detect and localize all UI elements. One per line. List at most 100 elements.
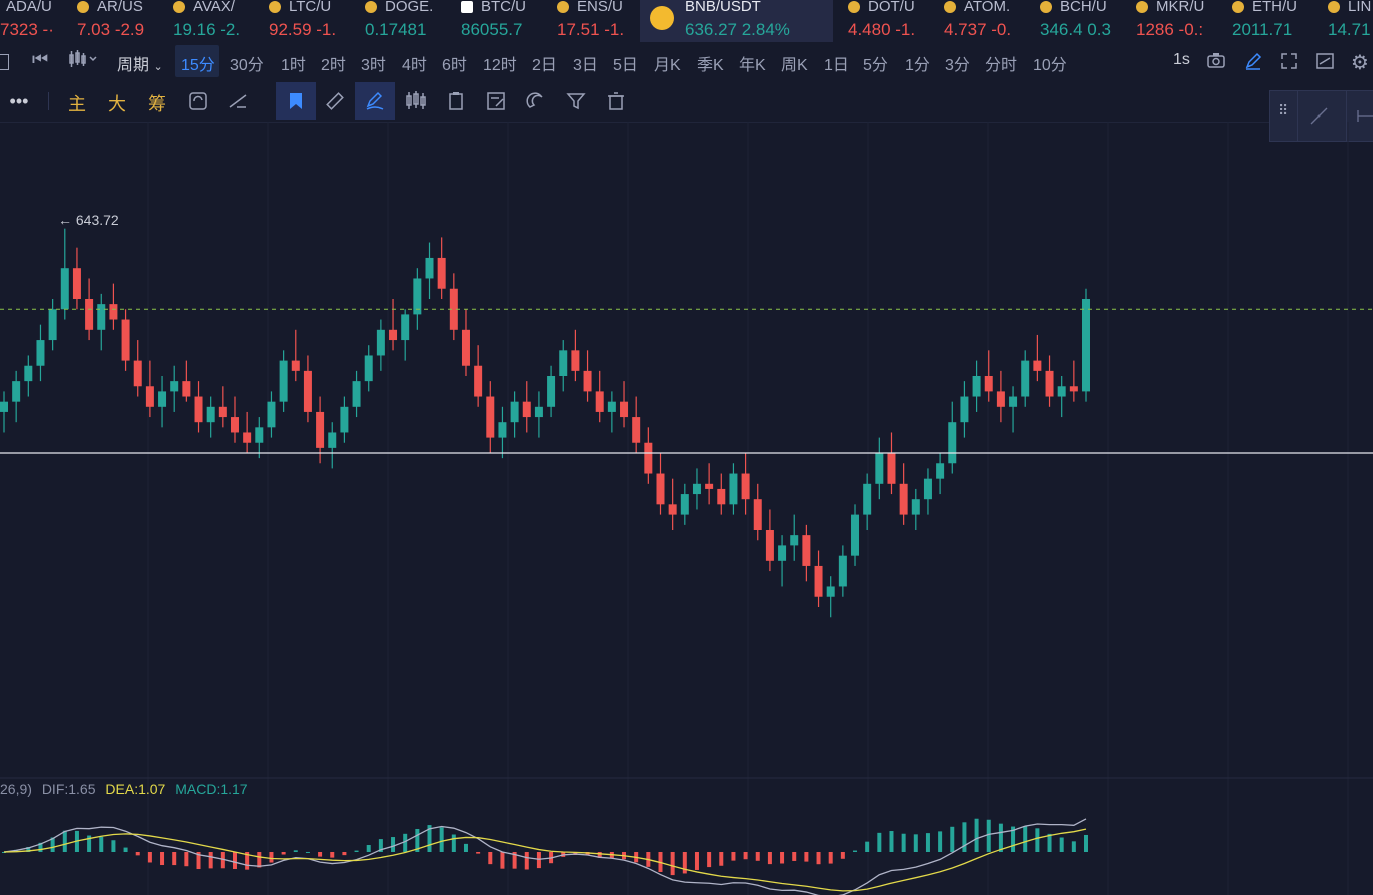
- ticker-8[interactable]: DOT/U 4.480 -1.: [838, 0, 932, 42]
- candle-body: [133, 360, 142, 387]
- ticker-5[interactable]: BTC/U 86055.7: [451, 0, 545, 42]
- ticker-13[interactable]: LIN 14.71: [1318, 0, 1373, 42]
- ticker-9[interactable]: ATOM. 4.737 -0.: [934, 0, 1028, 42]
- candle-body: [24, 365, 33, 382]
- candle-body: [620, 401, 629, 418]
- rewind-icon[interactable]: ⏮: [32, 49, 48, 70]
- candle-body: [1082, 299, 1090, 392]
- candle-body: [680, 494, 689, 515]
- candle-body: [389, 329, 398, 341]
- ticker-symbol: ATOM.: [964, 0, 1011, 15]
- ticker-3[interactable]: LTC/U 92.59 -1.: [259, 0, 353, 42]
- more-icon[interactable]: •••: [6, 88, 32, 114]
- period-8[interactable]: 2日: [532, 51, 557, 75]
- sync-icon[interactable]: [185, 88, 211, 114]
- ticker-1[interactable]: AR/US 7.03 -2.9: [67, 0, 161, 42]
- layout-icon[interactable]: [0, 54, 9, 70]
- clipboard-icon[interactable]: [443, 88, 469, 114]
- candles-icon[interactable]: [403, 88, 429, 114]
- period-12[interactable]: 季K: [697, 51, 724, 75]
- ticker-12[interactable]: ETH/U 2011.71: [1222, 0, 1316, 42]
- period-5[interactable]: 4时: [402, 51, 427, 75]
- ticker-symbol: DOGE.: [385, 0, 434, 15]
- ruler-icon[interactable]: [322, 88, 348, 114]
- period-7[interactable]: 12时: [483, 51, 517, 75]
- price-chart[interactable]: [0, 122, 1373, 895]
- period-19[interactable]: 分时: [985, 51, 1017, 75]
- chip-distribution-toggle[interactable]: 筹: [148, 90, 166, 116]
- macd-params: 26,9): [0, 781, 32, 797]
- candle-body: [595, 391, 604, 412]
- ticker-2[interactable]: AVAX/19.16 -2.: [163, 0, 257, 42]
- period-10[interactable]: 5日: [613, 51, 638, 75]
- candle-body: [230, 417, 239, 433]
- ticker-7[interactable]: BNB/USDT 636.27 2.84%: [640, 0, 833, 42]
- period-3[interactable]: 2时: [321, 51, 346, 75]
- candle-body: [899, 483, 908, 515]
- macd-histogram-bar: [767, 852, 772, 865]
- ticker-price-value: 7323: [0, 20, 38, 39]
- period-0[interactable]: 15分: [181, 51, 215, 75]
- period-11[interactable]: 月K: [654, 51, 681, 75]
- expand-icon[interactable]: [1279, 51, 1299, 76]
- period-13[interactable]: 年K: [739, 51, 766, 75]
- candle-body: [753, 499, 762, 530]
- ticker-10[interactable]: BCH/U 346.4 0.3: [1030, 0, 1124, 42]
- period-1[interactable]: 30分: [230, 51, 264, 75]
- candle-body: [790, 535, 799, 546]
- candle-body: [194, 396, 203, 423]
- period-15[interactable]: 1日: [824, 51, 849, 75]
- macd-histogram-bar: [974, 818, 979, 852]
- macd-histogram-bar: [123, 847, 128, 852]
- magnet-icon[interactable]: [523, 88, 549, 114]
- trash-icon[interactable]: [603, 88, 629, 114]
- ticker-0[interactable]: ADA/U 7323 -·: [0, 0, 65, 42]
- period-14[interactable]: 周K: [781, 51, 808, 75]
- note-icon[interactable]: [483, 88, 509, 114]
- ticker-price: 636.27 2.84%: [685, 20, 790, 40]
- period-17[interactable]: 1分: [905, 51, 930, 75]
- macd-histogram-bar: [950, 826, 955, 852]
- ticker-4[interactable]: DOGE. 0.17481: [355, 0, 449, 42]
- chart-type-icon[interactable]: [68, 49, 98, 74]
- ticker-6[interactable]: ENS/U 17.51 -1.: [547, 0, 637, 42]
- draw-pencil-icon[interactable]: [1243, 51, 1263, 76]
- main-chart-toggle[interactable]: 主: [68, 90, 86, 116]
- macd-histogram-bar: [901, 833, 906, 852]
- candle-body: [255, 427, 264, 443]
- candle-body: [376, 329, 385, 356]
- coin-icon: [77, 1, 89, 13]
- candle-body: [145, 386, 154, 407]
- ticker-price: 4.737 -0.: [944, 20, 1011, 40]
- candle-body: [851, 514, 860, 556]
- ticker-price: 7323 -·: [0, 20, 54, 40]
- macd-histogram-bar: [160, 852, 165, 866]
- cycle-label: 周期: [117, 57, 150, 74]
- ticker-11[interactable]: MKR/U 1286 -0.:: [1126, 0, 1220, 42]
- macd-histogram-bar: [293, 850, 298, 852]
- indicator-icon[interactable]: [1315, 51, 1335, 76]
- compare-icon[interactable]: [225, 88, 251, 114]
- period-9[interactable]: 3日: [573, 51, 598, 75]
- period-2[interactable]: 1时: [281, 51, 306, 75]
- ticker-price: 0.17481: [365, 20, 426, 40]
- ticker-price-value: 17.51: [557, 20, 600, 39]
- period-4[interactable]: 3时: [361, 51, 386, 75]
- period-18[interactable]: 3分: [945, 51, 970, 75]
- camera-icon[interactable]: [1206, 51, 1226, 74]
- filter-icon[interactable]: [563, 88, 589, 114]
- settings-gear-icon[interactable]: ⚙: [1351, 50, 1369, 75]
- ticker-change: -1.: [890, 20, 916, 39]
- brush-icon[interactable]: [362, 88, 388, 114]
- candle-body: [1009, 396, 1018, 407]
- bnb-icon: [650, 6, 674, 30]
- cycle-dropdown[interactable]: 周期 ⌄: [117, 51, 163, 75]
- drag-handle-icon[interactable]: ⠿: [1278, 103, 1288, 117]
- period-20[interactable]: 10分: [1033, 51, 1067, 75]
- period-6[interactable]: 6时: [442, 51, 467, 75]
- period-16[interactable]: 5分: [863, 51, 888, 75]
- refresh-rate-label[interactable]: 1s: [1173, 51, 1190, 69]
- macd-histogram-bar: [925, 833, 930, 852]
- bookmark-icon[interactable]: [283, 88, 309, 114]
- large-order-toggle[interactable]: 大: [108, 90, 126, 116]
